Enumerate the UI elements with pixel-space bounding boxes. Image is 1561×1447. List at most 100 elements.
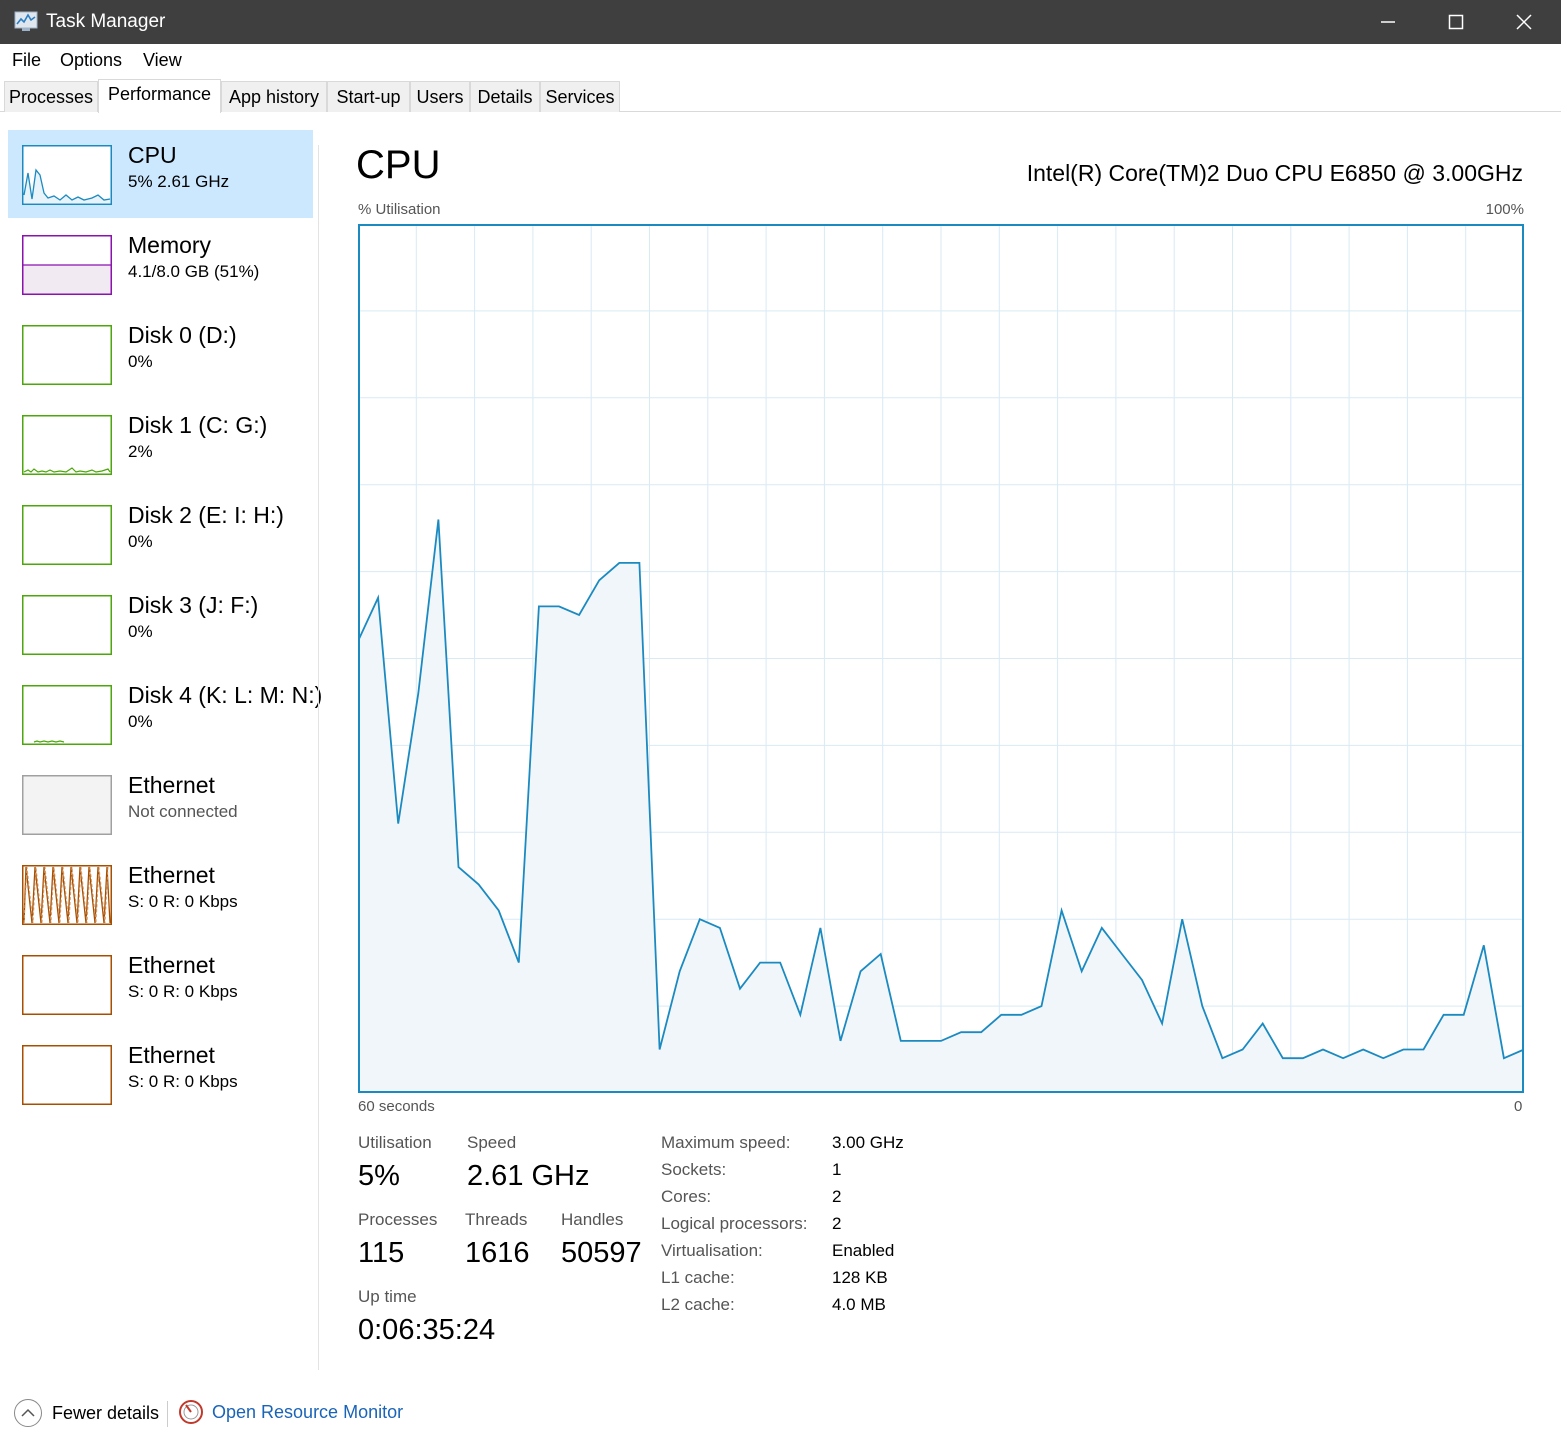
resource-item-ethernet-1[interactable]: Ethernet S: 0 R: 0 Kbps [8,850,313,938]
close-button[interactable] [1490,0,1558,44]
menu-file[interactable]: File [12,50,41,71]
detail-value: 128 KB [832,1268,888,1287]
detail-value: 2 [832,1214,842,1233]
footer-separator [167,1401,168,1427]
tab-start-up[interactable]: Start-up [327,81,410,112]
processes-value: 115 [358,1237,405,1269]
maximize-button[interactable] [1422,0,1490,44]
utilisation-label: Utilisation [358,1133,432,1152]
task-manager-icon [14,11,38,31]
minimize-icon [1381,21,1395,23]
window-title: Task Manager [46,11,166,32]
resource-item-disk-2[interactable]: Disk 2 (E: I: H:) 0% [8,490,313,578]
footer-bar: Fewer details Open Resource Monitor [0,1385,1561,1443]
cpu-thumbnail [22,145,112,205]
x-axis-right-label: 0 [1514,1098,1523,1115]
title-bar: Task Manager [0,0,1561,44]
resource-name: Disk 1 (C: G:) [128,412,268,438]
minimize-button[interactable] [1354,0,1422,44]
utilisation-value: 5% [358,1160,400,1192]
detail-key: Cores: [661,1187,712,1206]
tab-app-history[interactable]: App history [221,81,327,112]
menu-bar: File Options View [0,44,1561,76]
resource-value: 0% [128,532,153,551]
resource-value: S: 0 R: 0 Kbps [128,892,238,911]
resource-monitor-icon [179,1400,203,1424]
resource-item-memory[interactable]: Memory 4.1/8.0 GB (51%) [8,220,313,308]
resource-item-ethernet-3[interactable]: Ethernet S: 0 R: 0 Kbps [8,1030,313,1118]
disk-thumbnail [22,415,112,475]
resource-name: Disk 4 (K: L: M: N:) [128,682,323,708]
menu-options[interactable]: Options [60,50,122,71]
resource-name: Disk 0 (D:) [128,322,237,348]
fewer-details-button[interactable]: Fewer details [14,1399,159,1427]
resource-name: Disk 3 (J: F:) [128,592,259,618]
page-title: CPU [356,143,441,187]
tab-details[interactable]: Details [470,81,540,112]
resource-value: 4.1/8.0 GB (51%) [128,262,260,281]
resource-item-cpu[interactable]: CPU 5% 2.61 GHz [8,130,313,218]
threads-value: 1616 [465,1237,530,1269]
chevron-up-icon [14,1399,42,1427]
resource-value: S: 0 R: 0 Kbps [128,982,238,1001]
resource-name: Ethernet [128,1042,215,1068]
resource-value: 0% [128,622,153,641]
maximize-icon [1448,14,1464,30]
detail-key: L2 cache: [661,1295,735,1314]
resource-value: 0% [128,712,153,731]
ethernet-thumbnail [22,865,112,925]
threads-label: Threads [465,1210,528,1229]
detail-key: L1 cache: [661,1268,735,1287]
detail-key: Sockets: [661,1160,727,1179]
menu-view[interactable]: View [143,50,182,71]
x-axis-left-label: 60 seconds [358,1098,435,1115]
resource-name: CPU [128,142,177,168]
speed-label: Speed [467,1133,517,1152]
panel-divider[interactable] [318,145,319,1370]
resource-item-disk-0[interactable]: Disk 0 (D:) 0% [8,310,313,398]
y-axis-max-label: 100% [1485,201,1524,218]
detail-key: Logical processors: [661,1214,808,1233]
resource-name: Memory [128,232,212,258]
cpu-utilisation-chart [358,224,1524,1093]
open-resource-monitor-link[interactable]: Open Resource Monitor [178,1399,403,1425]
resource-value: 0% [128,352,153,371]
disk-thumbnail [22,595,112,655]
tab-processes[interactable]: Processes [4,81,98,112]
detail-value: Enabled [832,1241,895,1260]
detail-value: 4.0 MB [832,1295,886,1314]
uptime-value: 0:06:35:24 [358,1314,496,1346]
handles-label: Handles [561,1210,624,1229]
y-axis-label: % Utilisation [358,201,441,218]
tab-performance[interactable]: Performance [98,79,221,113]
detail-key: Virtualisation: [661,1241,763,1260]
ethernet-thumbnail [22,955,112,1015]
resource-name: Disk 2 (E: I: H:) [128,502,284,528]
resource-item-ethernet-disconnected[interactable]: Ethernet Not connected [8,760,313,848]
resource-name: Ethernet [128,772,215,798]
resource-name: Ethernet [128,862,215,888]
handles-value: 50597 [561,1237,642,1269]
memory-thumbnail [22,235,112,295]
resource-item-disk-4[interactable]: Disk 4 (K: L: M: N:) 0% [8,670,322,758]
resource-item-disk-1[interactable]: Disk 1 (C: G:) 2% [8,400,313,488]
disk-thumbnail [22,325,112,385]
speed-value: 2.61 GHz [467,1160,590,1192]
ethernet-thumbnail [22,775,112,835]
fewer-details-label: Fewer details [52,1402,160,1423]
open-resource-monitor-label: Open Resource Monitor [212,1401,404,1422]
resource-item-disk-3[interactable]: Disk 3 (J: F:) 0% [8,580,313,668]
resource-item-ethernet-2[interactable]: Ethernet S: 0 R: 0 Kbps [8,940,313,1028]
resource-value: Not connected [128,802,238,821]
resource-value: 2% [128,442,153,461]
cpu-model-name: Intel(R) Core(TM)2 Duo CPU E6850 @ 3.00G… [1026,160,1523,186]
resource-name: Ethernet [128,952,215,978]
disk-thumbnail [22,685,112,745]
resource-list: CPU 5% 2.61 GHz Memory 4.1/8.0 GB (51%) … [0,112,322,1372]
detail-value: 2 [832,1187,842,1206]
resource-value: 5% 2.61 GHz [128,172,230,191]
tab-services[interactable]: Services [540,81,620,112]
tab-bar: Processes Performance App history Start-… [0,79,1561,113]
uptime-label: Up time [358,1287,417,1306]
tab-users[interactable]: Users [410,81,470,112]
